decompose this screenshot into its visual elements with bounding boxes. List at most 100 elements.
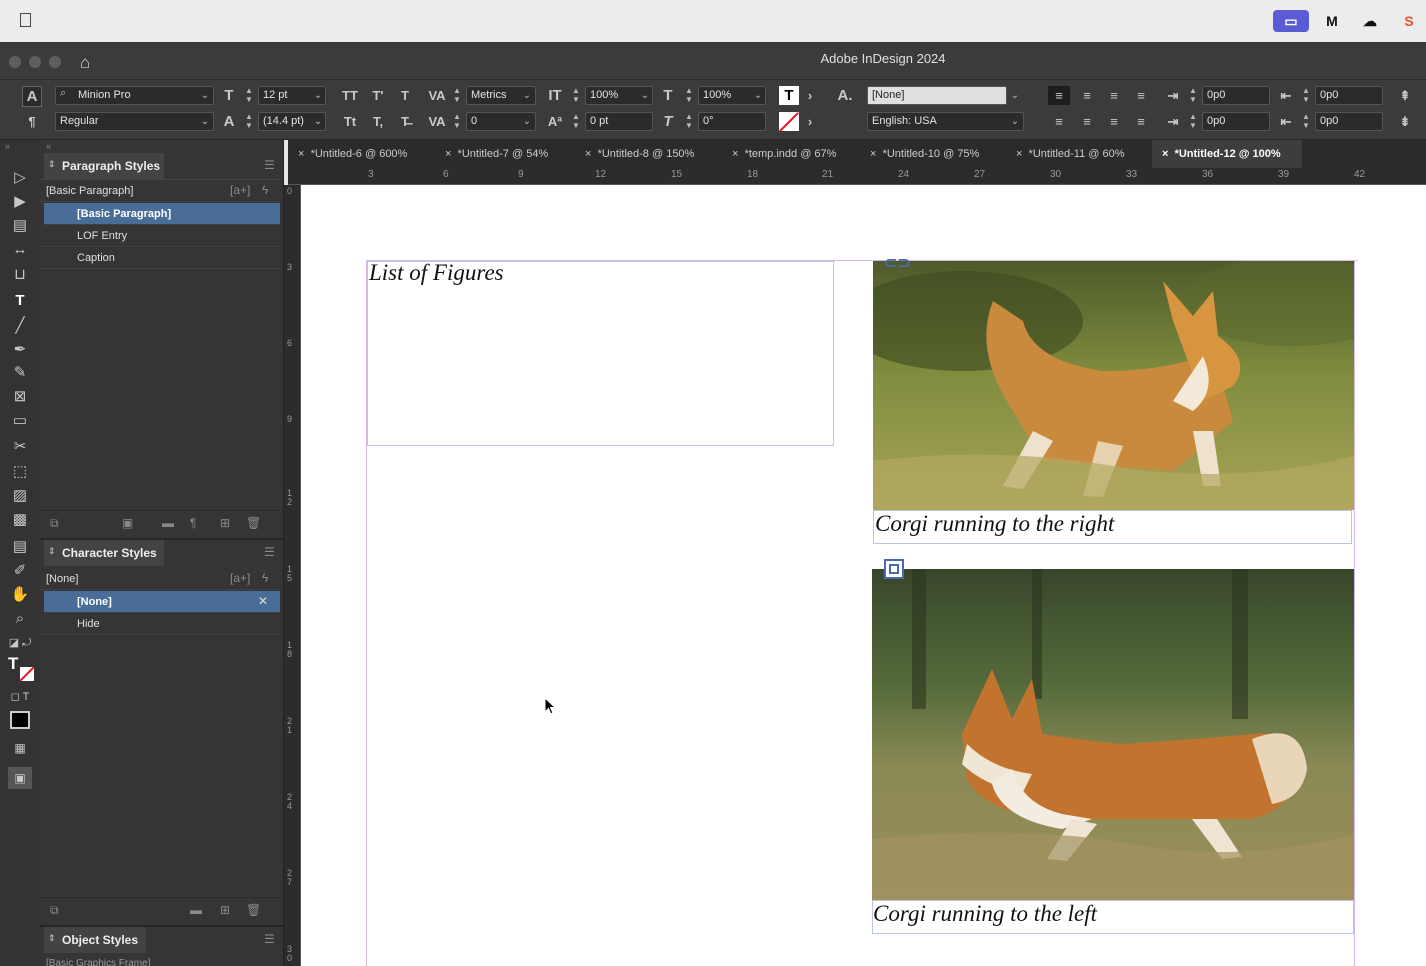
direct-selection-tool-icon[interactable]: ▶	[8, 191, 32, 213]
panel-menu-icon[interactable]: ☰	[264, 545, 275, 559]
scissors-tool-icon[interactable]: ✂	[8, 436, 32, 458]
subscript-icon[interactable]: T,	[368, 112, 388, 131]
style-item-lof-entry[interactable]: LOF Entry	[40, 225, 280, 247]
close-icon[interactable]: ×	[1162, 148, 1168, 160]
doc-tab-untitled-12[interactable]: × *Untitled-12 @ 100%	[1152, 140, 1302, 168]
caption-frame-1[interactable]: Corgi running to the right	[873, 510, 1352, 544]
creative-cloud-icon[interactable]: ☁	[1359, 10, 1381, 32]
paragraph-mode-icon[interactable]: ¶	[22, 112, 42, 131]
m-app-icon[interactable]: M	[1321, 10, 1343, 32]
line-tool-icon[interactable]: ╱	[8, 315, 32, 337]
character-mode-icon[interactable]: A	[22, 86, 42, 107]
close-icon[interactable]: ×	[870, 148, 876, 160]
chevron-right-icon[interactable]: ›	[804, 86, 816, 105]
link-icon[interactable]: ⊂⊃	[884, 253, 911, 273]
close-icon[interactable]: ×	[445, 148, 451, 160]
new-style-icon[interactable]: ⊞	[220, 516, 230, 530]
trash-icon[interactable]: 🗑	[246, 903, 261, 917]
normal-view-icon[interactable]	[10, 711, 30, 729]
content-collector-icon[interactable]: ⊔	[8, 264, 32, 286]
paragraph-styles-tab[interactable]: Paragraph Styles	[44, 153, 164, 179]
trash-icon[interactable]: 🗑	[246, 516, 261, 530]
lof-text-frame[interactable]: List of Figures	[367, 260, 834, 446]
pen-tool-icon[interactable]: ✒	[8, 339, 32, 361]
justify-left-icon[interactable]: ≡	[1130, 86, 1152, 105]
s-app-icon[interactable]: S	[1398, 10, 1420, 32]
last-line-indent-field[interactable]: 0p0	[1315, 112, 1383, 131]
hand-tool-icon[interactable]: ✋	[8, 584, 32, 606]
chevron-right-icon[interactable]: ›	[804, 112, 816, 131]
chevron-down-icon[interactable]: ⌄	[311, 86, 325, 105]
corgi-left-image[interactable]	[872, 569, 1354, 900]
close-icon[interactable]: ×	[585, 148, 591, 160]
gap-tool-icon[interactable]: ↔	[8, 239, 32, 261]
lightning-icon[interactable]: ϟ	[262, 183, 268, 197]
note-tool-icon[interactable]: ▤	[8, 536, 32, 558]
rectangle-tool-icon[interactable]: ▭	[8, 410, 32, 432]
gradient-feather-tool-icon[interactable]: ▩	[8, 509, 32, 531]
zoom-tool-icon[interactable]: ⌕	[8, 608, 32, 630]
document-page[interactable]: List of Figures ⊂⊃ Corgi running to the …	[301, 185, 1426, 966]
chevron-down-icon[interactable]: ⌄	[1008, 86, 1022, 105]
doc-tab-temp[interactable]: × *temp.indd @ 67%	[722, 140, 856, 168]
justify-full-icon[interactable]: ≡	[1130, 112, 1152, 131]
character-styles-tab[interactable]: Character Styles	[44, 540, 164, 566]
page-tool-icon[interactable]: ▤	[8, 215, 32, 237]
style-item-hide[interactable]: Hide	[40, 613, 280, 635]
eyedropper-tool-icon[interactable]: ✐	[8, 560, 32, 582]
chevron-down-icon[interactable]: ⌄	[1008, 112, 1022, 131]
close-icon[interactable]: ×	[298, 148, 304, 160]
font-family-field[interactable]: Minion Pro	[55, 86, 214, 105]
justify-right-icon[interactable]: ≡	[1103, 112, 1125, 131]
collapse-panel-icon[interactable]: »	[5, 141, 10, 151]
new-style-from-selection-icon[interactable]: [a+]	[230, 183, 250, 197]
doc-tab-untitled-8[interactable]: × *Untitled-8 @ 150%	[575, 140, 715, 168]
chevron-down-icon[interactable]: ⌄	[311, 112, 325, 131]
skew-field[interactable]: 0°	[698, 112, 766, 131]
object-styles-tab[interactable]: Object Styles	[44, 927, 146, 953]
clear-overrides-icon[interactable]: ¶	[190, 516, 196, 530]
language-field[interactable]: English: USA	[867, 112, 1024, 131]
font-style-field[interactable]: Regular	[55, 112, 214, 131]
collapse-panel-icon[interactable]: «	[46, 141, 51, 151]
lof-title[interactable]: List of Figures	[369, 260, 504, 286]
stepper-icon[interactable]: ▲ ▼	[684, 86, 694, 105]
folder-icon[interactable]: ▬	[190, 903, 202, 917]
align-center-icon[interactable]: ≡	[1076, 86, 1098, 105]
chevron-down-icon[interactable]: ⌄	[520, 112, 534, 131]
justify-center-icon[interactable]: ≡	[1076, 112, 1098, 131]
right-indent-field[interactable]: 0p0	[1315, 86, 1383, 105]
underline-icon[interactable]: T	[395, 86, 415, 105]
stroke-none-icon[interactable]	[779, 112, 799, 131]
superscript-icon[interactable]: T'	[368, 86, 388, 105]
style-item-none[interactable]: [None]	[44, 591, 280, 613]
load-styles-icon[interactable]: ⧉	[50, 516, 59, 531]
chevron-down-icon[interactable]: ⌄	[198, 86, 212, 105]
new-style-icon[interactable]: ⊞	[220, 903, 230, 917]
chevron-down-icon[interactable]: ⌄	[751, 86, 765, 105]
lightning-icon[interactable]: ϟ	[262, 571, 268, 585]
style-item-caption[interactable]: Caption	[40, 247, 280, 269]
first-line-indent-field[interactable]: 0p0	[1202, 112, 1270, 131]
preview-mode-icon[interactable]: ▦	[8, 737, 32, 759]
doc-tab-untitled-10[interactable]: × *Untitled-10 @ 75%	[860, 140, 1000, 168]
style-group-icon[interactable]: ▣	[122, 516, 133, 530]
small-caps-icon[interactable]: Tt	[340, 112, 360, 131]
corgi-right-image[interactable]	[873, 261, 1354, 510]
justify-all-icon[interactable]: ≡	[1048, 112, 1070, 131]
align-left-icon[interactable]: ≡	[1048, 86, 1070, 105]
panel-menu-icon[interactable]: ☰	[264, 932, 275, 946]
stepper-icon[interactable]: ▲ ▼	[571, 86, 581, 105]
panel-menu-icon[interactable]: ☰	[264, 158, 275, 172]
stepper-icon[interactable]: ▲ ▼	[452, 112, 462, 131]
selection-tool-icon[interactable]: ▷	[8, 167, 32, 189]
gradient-swatch-tool-icon[interactable]: ▨	[8, 485, 32, 507]
chevron-down-icon[interactable]: ⌄	[638, 86, 652, 105]
character-style-field[interactable]: [None]	[867, 86, 1007, 105]
caption-2[interactable]: Corgi running to the left	[873, 901, 1097, 927]
stepper-icon[interactable]: ▲ ▼	[1188, 112, 1198, 131]
display-icon[interactable]: ▭	[1273, 10, 1309, 32]
fill-stroke-icon[interactable]: T	[8, 655, 34, 681]
caption-1[interactable]: Corgi running to the right	[875, 511, 1114, 537]
chevron-down-icon[interactable]: ⌄	[520, 86, 534, 105]
